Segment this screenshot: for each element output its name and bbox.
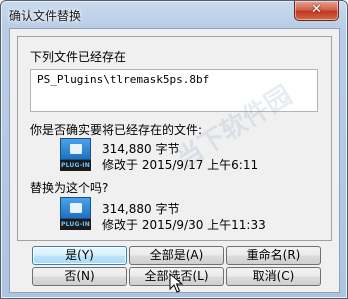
yes-to-all-button[interactable]: 全部是(A)	[129, 246, 224, 265]
close-icon: ✕	[311, 2, 322, 17]
plugin-icon-label: PLUG-IN	[60, 160, 91, 171]
plugin-file-icon: PLUG-IN	[59, 138, 92, 171]
file-info-panel: 下列文件已经存在 PS_Plugins\tlremask5ps.8bf 你是否确…	[17, 36, 332, 241]
replace-question: 你是否确实要将已经存在的文件:	[30, 123, 203, 137]
existing-filename: PS_Plugins\tlremask5ps.8bf	[37, 73, 210, 86]
new-file-modified: 修改于 2015/9/30 上午11:33	[102, 218, 266, 232]
yes-button[interactable]: 是(Y)	[32, 246, 127, 265]
no-button[interactable]: 否(N)	[32, 267, 127, 286]
existing-file-size: 314,880 字节	[102, 142, 180, 156]
replace-with-label: 替换为这个吗?	[30, 181, 109, 195]
rename-button[interactable]: 重命名(R)	[226, 246, 321, 265]
title-bar[interactable]: 确认文件替换 ✕	[1, 1, 347, 27]
plugin-icon-label: PLUG-IN	[60, 219, 91, 230]
close-button[interactable]: ✕	[294, 1, 339, 21]
window-title: 确认文件替换	[9, 9, 82, 23]
confirm-file-replace-dialog: 确认文件替换 ✕ 下列文件已经存在 PS_Plugins\tlremask5ps…	[0, 0, 348, 299]
plugin-file-icon: PLUG-IN	[59, 197, 92, 230]
new-file-size: 314,880 字节	[102, 202, 180, 216]
mouse-cursor-icon	[169, 273, 183, 293]
cancel-button[interactable]: 取消(C)	[226, 267, 321, 286]
dialog-content: 下列文件已经存在 PS_Plugins\tlremask5ps.8bf 你是否确…	[9, 28, 340, 293]
existing-files-label: 下列文件已经存在	[30, 50, 127, 64]
